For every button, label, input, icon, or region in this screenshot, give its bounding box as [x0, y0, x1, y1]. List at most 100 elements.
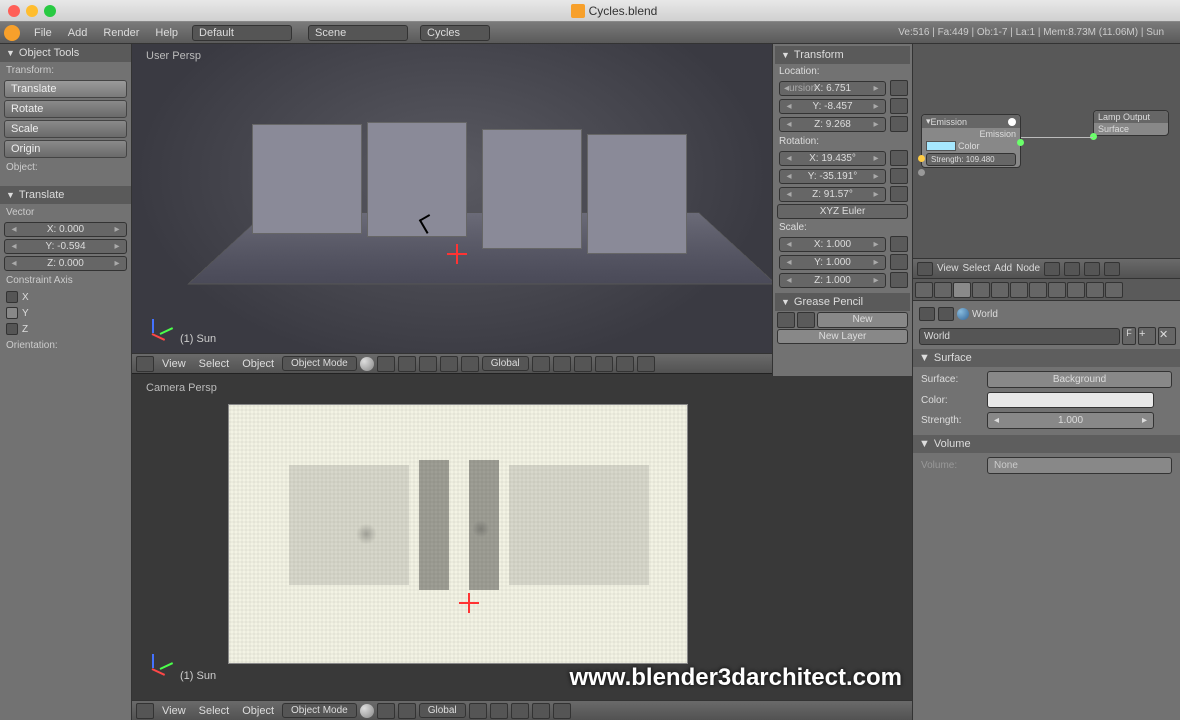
lock-loc-x[interactable] [890, 80, 908, 96]
emission-node[interactable]: ▾Emission Emission Color Strength: 109.4… [921, 114, 1021, 168]
scl-y-field[interactable]: ◂Y: 1.000▸ [779, 255, 886, 270]
color-socket-button[interactable] [1160, 393, 1172, 407]
translate-y-field[interactable]: ◂Y: -0.594▸ [4, 239, 127, 254]
select-menu[interactable]: Select [194, 358, 235, 370]
orientation-dropdown[interactable]: Global [482, 356, 529, 371]
rot-y-field[interactable]: ◂Y: -35.191°▸ [779, 169, 886, 184]
gp-add-button[interactable] [797, 312, 815, 328]
lock-loc-z[interactable] [890, 116, 908, 132]
world-color-swatch[interactable] [987, 392, 1154, 408]
3d-viewport-top[interactable]: User Persp (1) Sun View Select Object Ob… [132, 44, 772, 374]
node-output-socket[interactable] [1008, 118, 1016, 126]
view-menu[interactable]: View [157, 358, 191, 370]
rot-z-field[interactable]: ◂Z: 91.57°▸ [779, 187, 886, 202]
scene-pin-icon[interactable] [919, 307, 935, 321]
pivot-button-2[interactable] [377, 703, 395, 719]
lock-camera-button[interactable] [595, 356, 613, 372]
menu-file[interactable]: File [28, 27, 58, 39]
node-color-swatch[interactable] [926, 141, 956, 151]
menu-add[interactable]: Add [62, 27, 94, 39]
translate-x-field[interactable]: ◂X: 0.000▸ [4, 222, 127, 237]
surface-panel-header[interactable]: ▼Surface [913, 349, 1180, 367]
rot-x-field[interactable]: ◂X: 19.435°▸ [779, 151, 886, 166]
layers-button-1[interactable] [532, 356, 550, 372]
pivot-button[interactable] [377, 356, 395, 372]
emission-output-socket[interactable] [1017, 139, 1024, 146]
lock-rot-y[interactable] [890, 168, 908, 184]
lock-scl-y[interactable] [890, 254, 908, 270]
rotate-button[interactable]: Rotate [4, 100, 127, 118]
ne-add-menu[interactable]: Add [994, 263, 1012, 274]
scene-field[interactable]: Scene [308, 25, 408, 41]
unlink-world-button[interactable]: ✕ [1158, 327, 1176, 345]
orientation-dropdown-2[interactable]: Global [419, 703, 466, 718]
editor-type-button[interactable] [136, 356, 154, 372]
scene-tab-icon[interactable] [934, 282, 952, 298]
object-menu-2[interactable]: Object [237, 705, 279, 717]
scl-z-field[interactable]: ◂Z: 1.000▸ [779, 273, 886, 288]
ne-view-menu[interactable]: View [937, 263, 959, 274]
texture-tab-icon[interactable] [1067, 282, 1085, 298]
constraint-z-checkbox[interactable] [6, 323, 18, 335]
manipulator-translate-icon[interactable] [419, 356, 437, 372]
strength-socket-button[interactable] [1160, 414, 1172, 428]
loc-z-field[interactable]: ◂Z: 9.268▸ [779, 117, 886, 132]
lock-rot-x[interactable] [890, 150, 908, 166]
zoom-window-button[interactable] [44, 5, 56, 17]
transform-panel-header[interactable]: ▼Transform [775, 46, 910, 64]
lock-scl-z[interactable] [890, 272, 908, 288]
layers-button-b1[interactable] [469, 703, 487, 719]
render-buttons-2[interactable] [553, 703, 571, 719]
loc-y-field[interactable]: ◂Y: -8.457▸ [779, 99, 886, 114]
data-pin-icon[interactable] [938, 307, 954, 321]
rotation-mode-dropdown[interactable]: XYZ Euler [777, 204, 908, 219]
color-input-socket[interactable] [918, 155, 925, 162]
translate-button[interactable]: Translate [4, 80, 127, 98]
constraint-y-checkbox[interactable] [6, 307, 18, 319]
gp-new-layer-button[interactable]: New Layer [777, 329, 908, 344]
world-datablock-field[interactable]: World [919, 328, 1120, 345]
gp-draw-button[interactable] [777, 312, 795, 328]
minimize-window-button[interactable] [26, 5, 38, 17]
mode-dropdown[interactable]: Object Mode [282, 356, 357, 371]
world-strength-field[interactable]: ◂1.000▸ [987, 412, 1154, 429]
manipulator-toggle[interactable] [398, 356, 416, 372]
layers-button-b3[interactable] [511, 703, 529, 719]
object-tab-icon[interactable] [972, 282, 990, 298]
lock-rot-z[interactable] [890, 186, 908, 202]
shading-mode-icon-2[interactable] [360, 704, 374, 718]
screen-layout-field[interactable]: Default [192, 25, 292, 41]
shading-mode-icon[interactable] [360, 357, 374, 371]
ne-type-texture[interactable] [1084, 262, 1100, 276]
fake-user-button[interactable]: F [1122, 327, 1136, 345]
physics-tab-icon[interactable] [1105, 282, 1123, 298]
object-menu[interactable]: Object [237, 358, 279, 370]
editor-type-node-button[interactable] [917, 262, 933, 276]
editor-type-button-2[interactable] [136, 703, 154, 719]
material-tab-icon[interactable] [1048, 282, 1066, 298]
strength-field[interactable]: Strength: 109.480 [926, 153, 1016, 166]
layers-button-2[interactable] [553, 356, 571, 372]
lamp-output-node[interactable]: Lamp Output Surface [1093, 110, 1169, 136]
gp-new-button[interactable]: New [817, 312, 908, 328]
breadcrumb-world-label[interactable]: World [972, 309, 998, 320]
scl-x-field[interactable]: ◂X: 1.000▸ [779, 237, 886, 252]
snap-toggle-2[interactable] [532, 703, 550, 719]
manipulator-rotate-icon[interactable] [440, 356, 458, 372]
lock-scl-x[interactable] [890, 236, 908, 252]
ne-node-menu[interactable]: Node [1016, 263, 1040, 274]
node-editor[interactable]: ▾Emission Emission Color Strength: 109.4… [913, 44, 1180, 259]
menu-help[interactable]: Help [149, 27, 184, 39]
loc-x-field[interactable]: ◂ursionX: 6.751▸ [779, 81, 886, 96]
lock-loc-y[interactable] [890, 98, 908, 114]
volume-shader-dropdown[interactable]: None [987, 457, 1172, 474]
world-tab-icon[interactable] [953, 282, 971, 298]
scale-button[interactable]: Scale [4, 120, 127, 138]
menu-render[interactable]: Render [97, 27, 145, 39]
ne-pin-button[interactable] [1104, 262, 1120, 276]
render-tab-icon[interactable] [915, 282, 933, 298]
data-tab-icon[interactable] [1029, 282, 1047, 298]
modifiers-tab-icon[interactable] [1010, 282, 1028, 298]
snap-toggle[interactable] [616, 356, 634, 372]
manipulator-toggle-2[interactable] [398, 703, 416, 719]
